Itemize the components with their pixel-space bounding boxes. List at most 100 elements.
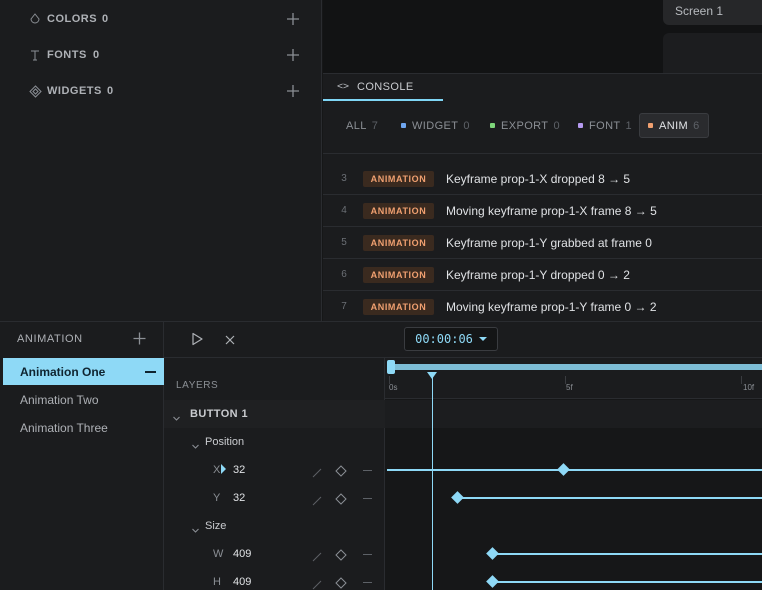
track-line: [457, 497, 762, 499]
layer-prop-x[interactable]: X 32: [164, 456, 385, 484]
log-number: 4: [341, 205, 347, 216]
screen-thumbnail[interactable]: [663, 33, 762, 73]
prop-value[interactable]: 409: [233, 576, 251, 588]
chevron-down-icon: [478, 337, 487, 341]
tab-console[interactable]: <> CONSOLE: [323, 74, 443, 101]
add-font-button[interactable]: [286, 48, 300, 62]
keyframe-marker[interactable]: [451, 491, 464, 504]
add-color-button[interactable]: [286, 12, 300, 26]
layer-group-position[interactable]: Position: [164, 428, 385, 456]
keyframe-toggle-icon[interactable]: [335, 464, 347, 477]
remove-prop-icon[interactable]: [363, 497, 372, 499]
track-line: [492, 581, 762, 583]
log-row[interactable]: 7 ANIMATION Moving keyframe prop-1-Y fra…: [323, 291, 762, 323]
add-animation-button[interactable]: [133, 332, 146, 345]
filter-export[interactable]: EXPORT 0: [490, 113, 560, 138]
keyframe-toggle-icon[interactable]: [335, 548, 347, 561]
filter-all[interactable]: ALL 7: [346, 113, 378, 138]
prop-label: X: [213, 464, 221, 476]
track-row[interactable]: [385, 540, 762, 568]
layer-group-size[interactable]: Size: [164, 512, 385, 540]
layer-prop-y[interactable]: Y 32: [164, 484, 385, 512]
filter-widget[interactable]: WIDGET 0: [401, 113, 470, 138]
keyframe-marker[interactable]: [486, 575, 499, 588]
asset-label: WIDGETS: [47, 85, 102, 97]
code-icon: <>: [337, 81, 350, 92]
asset-row-fonts[interactable]: FONTS 0: [0, 43, 322, 67]
track-row: [385, 512, 762, 540]
ruler-label: 0s: [389, 383, 398, 392]
track-row[interactable]: [385, 484, 762, 512]
tab-label: CONSOLE: [357, 80, 414, 93]
remove-prop-icon[interactable]: [363, 469, 372, 471]
log-row[interactable]: 6 ANIMATION Keyframe prop-1-Y dropped 0 …: [323, 259, 762, 291]
animation-item-label: Animation Two: [20, 393, 99, 407]
remove-prop-icon[interactable]: [363, 553, 372, 555]
remove-animation-icon[interactable]: [145, 371, 156, 373]
filter-anim[interactable]: ANIM 6: [639, 113, 709, 138]
keyframe-toggle-icon[interactable]: [335, 492, 347, 505]
keyframe-start-marker: [221, 464, 226, 474]
log-row[interactable]: 4 ANIMATION Moving keyframe prop-1-X fra…: [323, 195, 762, 227]
scrub-range-bar[interactable]: [390, 364, 762, 370]
timeline-toolbar: 00:00:06: [164, 322, 762, 358]
add-widget-button[interactable]: [286, 84, 300, 98]
filter-label: WIDGET: [412, 119, 459, 132]
ruler-tick: [741, 376, 742, 384]
animation-item-three[interactable]: Animation Three: [3, 414, 164, 441]
keyframe-marker[interactable]: [486, 547, 499, 560]
easing-icon[interactable]: [312, 493, 322, 506]
asset-label: FONTS: [47, 49, 87, 61]
layer-button-1[interactable]: BUTTON 1: [164, 400, 385, 428]
anim-dot-icon: [648, 123, 653, 128]
layer-name: BUTTON 1: [190, 408, 249, 420]
animation-item-one[interactable]: Animation One: [3, 358, 164, 385]
prop-value[interactable]: 409: [233, 548, 251, 560]
screen-tab[interactable]: Screen 1: [663, 0, 762, 25]
keyframe-marker[interactable]: [556, 463, 570, 476]
log-badge: ANIMATION: [363, 299, 434, 315]
close-icon[interactable]: [224, 333, 236, 345]
easing-icon[interactable]: [312, 577, 322, 590]
ruler-label: 5f: [566, 383, 573, 392]
easing-icon[interactable]: [312, 549, 322, 562]
track-row[interactable]: [385, 568, 762, 590]
easing-icon[interactable]: [312, 465, 322, 478]
log-number: 3: [341, 173, 347, 184]
timeline-ruler[interactable]: 0s 5f 10f: [385, 358, 762, 399]
remove-prop-icon[interactable]: [363, 581, 372, 583]
log-message: Moving keyframe prop-1-X frame 8 → 5: [446, 204, 657, 218]
asset-row-colors[interactable]: COLORS 0: [0, 7, 322, 31]
scrub-start-handle[interactable]: [387, 360, 395, 374]
keyframe-toggle-icon[interactable]: [335, 576, 347, 589]
log-row[interactable]: 3 ANIMATION Keyframe prop-1-X dropped 8 …: [323, 163, 762, 195]
log-row[interactable]: 5 ANIMATION Keyframe prop-1-Y grabbed at…: [323, 227, 762, 259]
asset-row-widgets[interactable]: WIDGETS 0: [0, 79, 322, 103]
filter-font[interactable]: FONT 1: [578, 113, 632, 138]
prop-label: H: [213, 576, 221, 588]
filter-label: ANIM: [659, 119, 689, 132]
animation-item-label: Animation One: [20, 365, 106, 379]
prop-label: Y: [213, 492, 221, 504]
filter-count: 6: [693, 119, 700, 132]
layers-header: LAYERS: [176, 380, 219, 391]
playhead-handle[interactable]: [427, 372, 437, 379]
filter-count: 7: [371, 119, 379, 132]
play-icon[interactable]: [190, 332, 204, 346]
track-row[interactable]: [385, 456, 762, 484]
layer-prop-h[interactable]: H 409: [164, 568, 385, 590]
track-row: [385, 400, 762, 428]
log-message: Moving keyframe prop-1-Y frame 0 → 2: [446, 300, 657, 314]
font-dot-icon: [578, 123, 583, 128]
asset-count: 0: [93, 49, 100, 61]
animation-item-two[interactable]: Animation Two: [3, 386, 164, 413]
chevron-down-icon: [191, 438, 200, 449]
prop-value[interactable]: 32: [233, 492, 245, 504]
layer-prop-w[interactable]: W 409: [164, 540, 385, 568]
playhead[interactable]: [432, 372, 433, 590]
time-dropdown[interactable]: 00:00:06: [404, 327, 498, 351]
layers-column: LAYERS BUTTON 1 Position X 32 Y 32 Size …: [164, 358, 385, 590]
prop-value[interactable]: 32: [233, 464, 245, 476]
prop-label: W: [213, 548, 224, 560]
filter-count: 0: [463, 119, 470, 132]
